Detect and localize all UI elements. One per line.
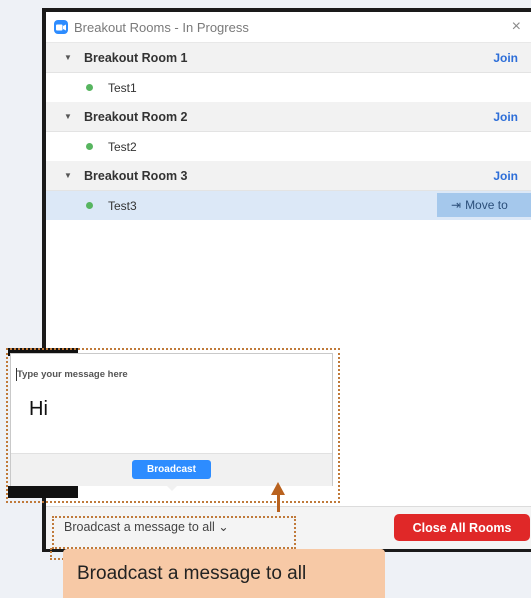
join-button[interactable]: Join [493,51,518,65]
annotation-connector-h [50,558,64,560]
move-to-icon: ⇥ [451,198,462,212]
window-footer: Broadcast a message to all ⌄ Close All R… [46,506,531,549]
callout-text: Broadcast a message to all [77,562,307,584]
annotation-arrow-shaft [277,494,280,512]
close-all-rooms-button[interactable]: Close All Rooms [394,514,530,541]
dark-strip-bottom [8,486,78,498]
participant-name: Test1 [108,80,137,95]
close-icon[interactable]: × [512,18,521,36]
chevron-down-icon: ▼ [64,112,72,121]
participant-row[interactable]: Test1 [46,73,531,102]
participant-name: Test3 [108,198,137,213]
room-header-3[interactable]: ▼ Breakout Room 3 Join [46,161,531,191]
room-header-2[interactable]: ▼ Breakout Room 2 Join [46,102,531,132]
window-title: Breakout Rooms - In Progress [74,19,249,35]
room-header-1[interactable]: ▼ Breakout Room 1 Join [46,43,531,73]
join-button[interactable]: Join [493,110,518,124]
broadcast-toggle[interactable]: Broadcast a message to all ⌄ [64,519,229,534]
title-bar: Breakout Rooms - In Progress × [46,12,531,43]
online-status-dot [86,143,93,150]
message-placeholder: Type your message here [17,369,128,380]
join-button[interactable]: Join [493,169,518,183]
message-input[interactable]: Hi [29,398,48,421]
participant-row-selected[interactable]: Test3 ⇥ Move to [46,191,531,220]
online-status-dot [86,202,93,209]
online-status-dot [86,84,93,91]
zoom-camera-icon [54,20,68,34]
broadcast-popup: Type your message here Hi Broadcast [10,353,333,486]
room-name: Breakout Room 2 [84,109,188,124]
room-name: Breakout Room 1 [84,50,188,65]
move-to-label: Move to [465,198,508,212]
room-name: Breakout Room 3 [84,168,188,183]
move-to-button[interactable]: ⇥ Move to [437,193,531,217]
participant-row[interactable]: Test2 [46,132,531,161]
participant-name: Test2 [108,139,137,154]
chevron-down-icon: ▼ [64,171,72,180]
popup-pointer [165,484,179,491]
broadcast-button[interactable]: Broadcast [132,460,211,479]
annotation-callout: Broadcast a message to all [63,549,385,598]
chevron-down-icon: ▼ [64,53,72,62]
